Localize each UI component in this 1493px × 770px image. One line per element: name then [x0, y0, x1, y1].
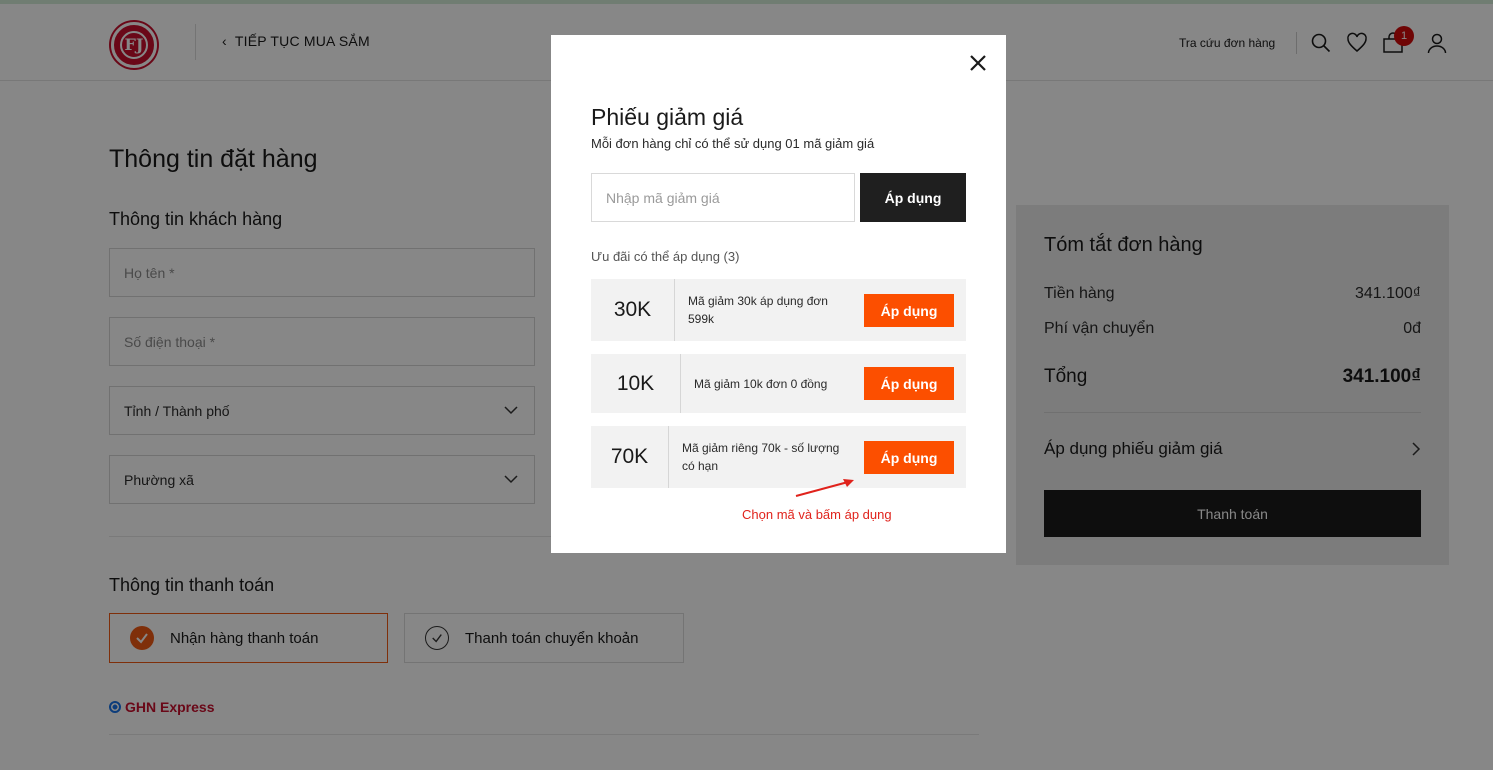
coupon-card: 10K Mã giảm 10k đơn 0 đồng Áp dụng [591, 354, 966, 413]
coupon-apply-button[interactable]: Áp dụng [864, 294, 954, 327]
annotation-hint: Chọn mã và bấm áp dụng [742, 507, 892, 522]
coupon-card: 30K Mã giảm 30k áp dụng đơn 599k Áp dụng [591, 279, 966, 341]
coupon-description: Mã giảm 30k áp dụng đơn 599k [688, 294, 828, 326]
close-icon[interactable] [967, 52, 989, 74]
coupon-code-input[interactable] [591, 173, 855, 222]
coupon-modal: Phiếu giảm giá Mỗi đơn hàng chỉ có thể s… [551, 35, 1006, 553]
apply-code-button[interactable]: Áp dụng [860, 173, 966, 222]
coupon-card: 70K Mã giảm riêng 70k - số lượng có hạn … [591, 426, 966, 488]
modal-subtitle: Mỗi đơn hàng chỉ có thể sử dụng 01 mã gi… [591, 136, 875, 151]
available-offers-label: Ưu đãi có thể áp dụng (3) [591, 249, 740, 264]
annotation-arrow-icon [795, 479, 854, 497]
coupon-apply-button[interactable]: Áp dụng [864, 441, 954, 474]
coupon-amount: 10K [591, 354, 681, 413]
coupon-apply-button[interactable]: Áp dụng [864, 367, 954, 400]
coupon-amount: 70K [591, 426, 669, 488]
modal-title: Phiếu giảm giá [591, 104, 744, 130]
coupon-description: Mã giảm 10k đơn 0 đồng [694, 376, 828, 391]
coupon-amount: 30K [591, 279, 675, 341]
